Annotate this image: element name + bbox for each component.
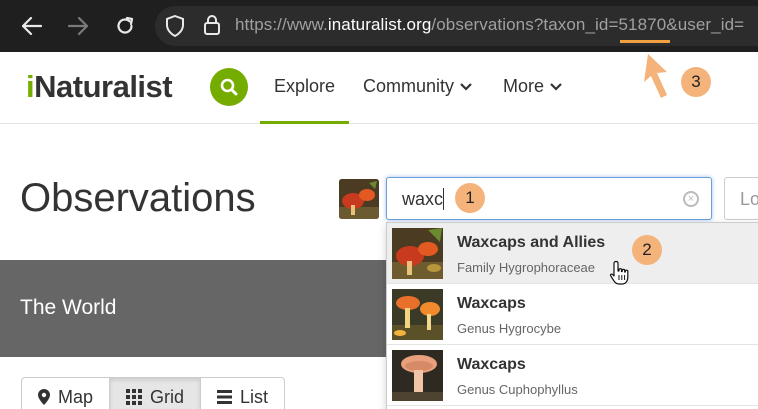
browser-toolbar: https://www.inaturalist.org/observations… [0, 0, 758, 52]
taxon-rank-name: Genus Cuphophyllus [457, 382, 578, 397]
url-highlight [620, 40, 670, 43]
list-icon [217, 390, 233, 404]
url-text[interactable]: https://www.inaturalist.org/observations… [235, 15, 744, 35]
taxon-photo [392, 228, 443, 279]
autocomplete-item[interactable]: Waxcaps and Allies Family Hygrophoraceae [387, 223, 758, 284]
shield-icon[interactable] [166, 14, 184, 42]
taxon-photo [392, 289, 443, 340]
lock-icon[interactable] [203, 14, 221, 41]
taxon-search-input[interactable]: waxc × [386, 177, 712, 220]
autocomplete-item[interactable]: Waxcaps Genus Cuphophyllus [387, 345, 758, 406]
taxon-photo [392, 350, 443, 401]
page-title: Observations [20, 176, 256, 220]
view-tab-grid[interactable]: Grid [109, 377, 202, 409]
view-tab-map[interactable]: Map [21, 377, 111, 409]
back-arrow-icon[interactable] [17, 11, 47, 41]
hand-cursor-icon [609, 260, 631, 291]
step-badge-1: 1 [455, 183, 485, 213]
search-icon [220, 78, 238, 96]
taxon-common-name: Waxcaps [457, 356, 526, 373]
taxon-common-name: Waxcaps and Allies [457, 234, 606, 251]
location-search-input[interactable]: Lo [724, 177, 758, 220]
autocomplete-item[interactable]: Waxcaps Genus Hygrocybe [387, 284, 758, 345]
taxon-autocomplete-dropdown: Waxcaps and Allies Family Hygrophoraceae… [386, 222, 758, 409]
step-badge-3: 3 [681, 67, 711, 97]
reload-icon[interactable] [110, 11, 140, 41]
clear-icon[interactable]: × [683, 191, 699, 207]
grid-icon [126, 389, 143, 405]
place-label: The World [20, 296, 117, 319]
url-taxon-id: 51870 [618, 15, 667, 34]
taxon-rank-name: Family Hygrophoraceae [457, 260, 596, 275]
taxon-common-name: Waxcaps [457, 295, 526, 312]
map-marker-icon [38, 389, 50, 405]
text-caret [443, 188, 444, 210]
site-search-button[interactable] [210, 68, 248, 106]
nav-community[interactable]: Community [363, 76, 472, 97]
inaturalist-logo[interactable]: iNaturalist [26, 69, 173, 105]
chevron-down-icon [460, 82, 472, 91]
nav-active-indicator [260, 121, 349, 124]
taxon-rank-name: Genus Hygrocybe [457, 321, 562, 336]
screen: https://www.inaturalist.org/observations… [0, 0, 758, 409]
view-tab-list[interactable]: List [200, 377, 286, 409]
annotation-arrow-icon [640, 52, 674, 107]
step-badge-2: 2 [632, 235, 662, 265]
forward-arrow-icon[interactable] [63, 11, 93, 41]
nav-more[interactable]: More [503, 76, 562, 97]
taxon-thumbnail [339, 179, 379, 219]
view-switcher: Map Grid List [21, 377, 286, 409]
nav-explore[interactable]: Explore [274, 76, 335, 97]
chevron-down-icon [550, 82, 562, 91]
